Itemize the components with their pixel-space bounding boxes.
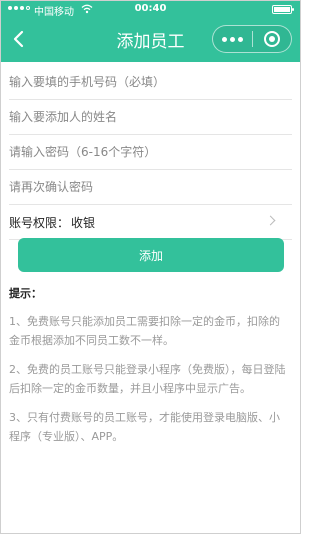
miniapp-capsule (212, 25, 292, 53)
screen: 中国移动 00:40 添加员工 输入要填的手机号码（必填） 输入要添加人的姓名 … (0, 0, 301, 534)
confirm-password-input[interactable] (9, 170, 292, 204)
permission-label: 账号权限： (9, 215, 70, 230)
miniapp-close-icon[interactable] (253, 26, 291, 52)
add-employee-form: 账号权限： 收银 (1, 62, 300, 240)
clock: 00:40 (134, 3, 167, 14)
add-button[interactable]: 添加 (18, 238, 284, 272)
tip-item: 3、只有付费账号的员工账号，才能使用登录电脑版、小程序（专业版）、APP。 (9, 411, 280, 443)
battery-icon (272, 5, 294, 14)
password-input[interactable] (9, 135, 292, 169)
tip-item: 2、免费的员工账号只能登录小程序（免费版），每日登陆后扣除一定的金币数量，并且小… (9, 363, 286, 395)
name-input[interactable] (9, 100, 292, 134)
tips-title: 提示： (9, 287, 42, 300)
confirm-password-row (9, 170, 292, 205)
header: 中国移动 00:40 添加员工 (1, 1, 300, 62)
phone-input[interactable] (9, 65, 292, 99)
more-dots-icon[interactable] (213, 26, 252, 52)
navbar: 添加员工 (1, 17, 300, 62)
status-bar: 中国移动 00:40 (1, 1, 300, 18)
tip-item: 1、免费账号只能添加员工需要扣除一定的金币，扣除的金币根据添加不同员工数不一样。 (9, 315, 280, 347)
phone-row (9, 65, 292, 100)
password-row (9, 135, 292, 170)
permission-row[interactable]: 账号权限： 收银 (9, 205, 292, 240)
name-row (9, 100, 292, 135)
permission-value: 收银 (71, 215, 96, 230)
tips-section: 提示： 1、免费账号只能添加员工需要扣除一定的金币，扣除的金币根据添加不同员工数… (9, 284, 290, 456)
